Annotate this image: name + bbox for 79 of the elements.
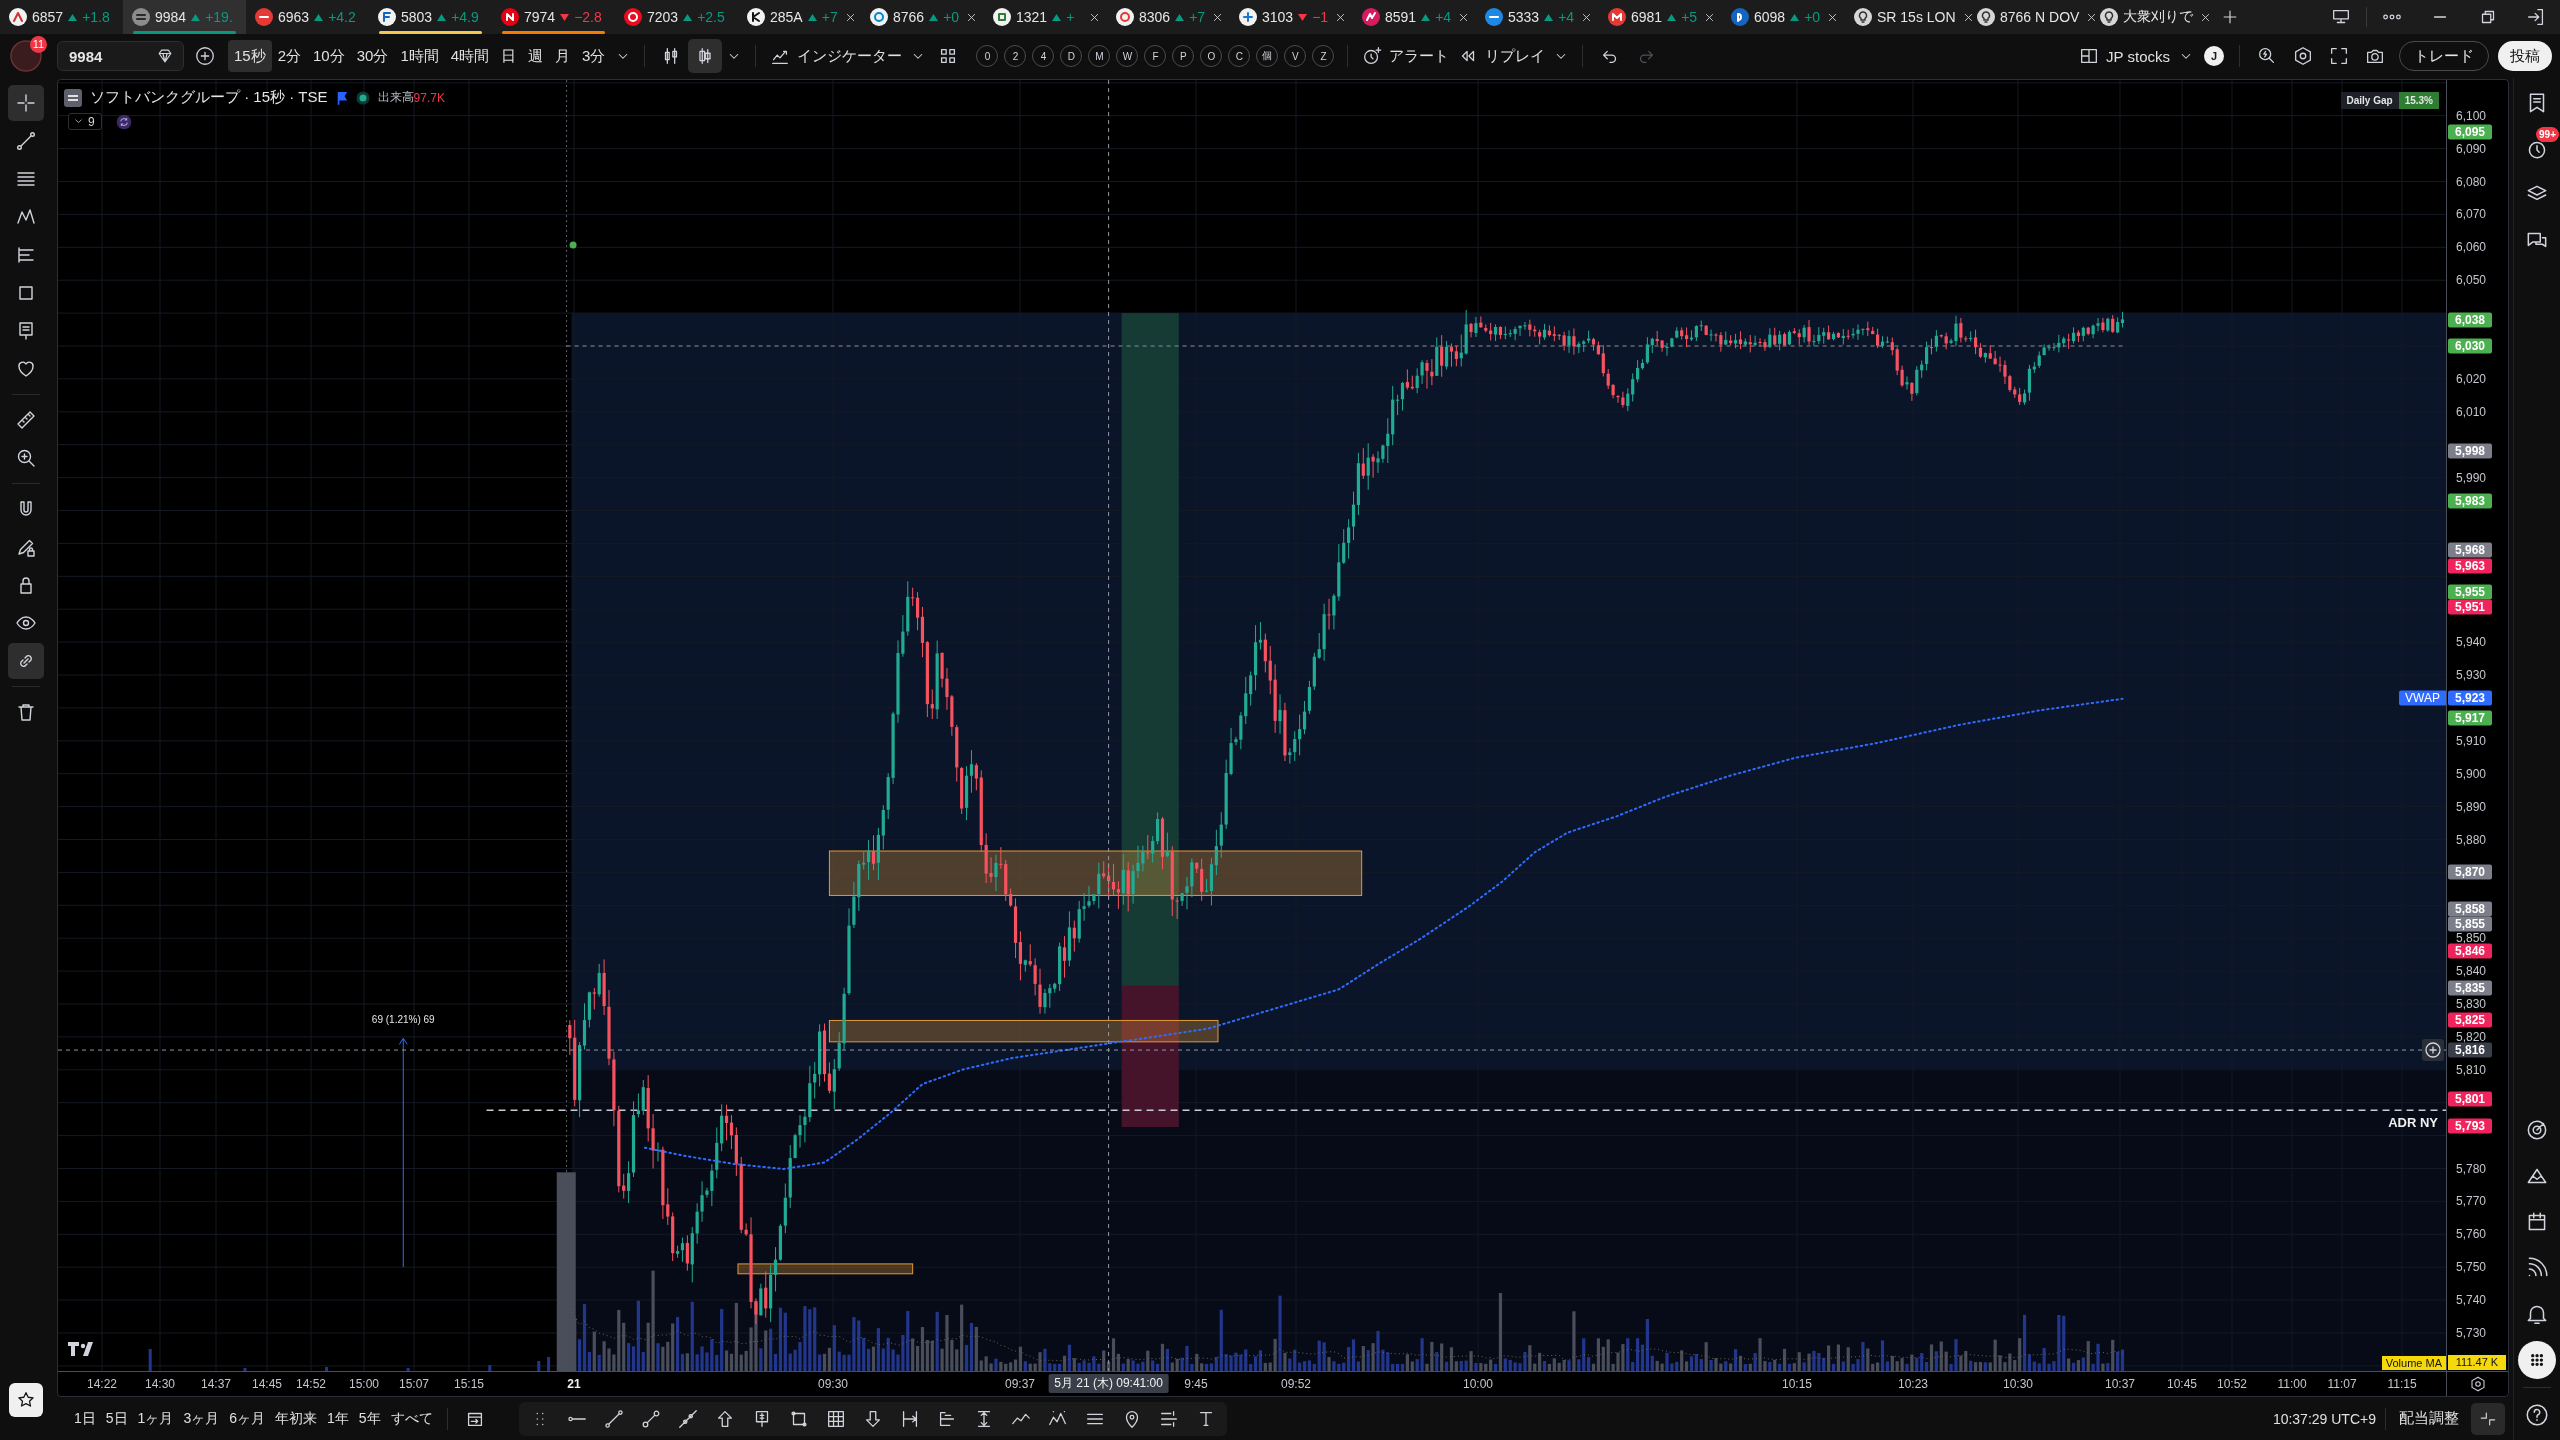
price-label: 5,825: [2448, 1012, 2492, 1028]
price-label: 6,030: [2448, 338, 2492, 354]
time-tick-label: 14:30: [145, 1378, 175, 1390]
price-label: 5,951: [2448, 599, 2492, 615]
price-tick-label: 6,090: [2456, 142, 2487, 155]
time-tick-label: 14:37: [201, 1378, 231, 1390]
price-label: 5,998: [2448, 443, 2492, 459]
price-tick-label: 5,990: [2456, 471, 2487, 484]
time-tick-label: 14:52: [296, 1378, 326, 1390]
price-label: 6,095: [2448, 124, 2492, 140]
time-tick-label: 10:30: [2003, 1378, 2033, 1390]
price-label: 5,963: [2448, 558, 2492, 574]
time-tick-label: 15:15: [454, 1378, 484, 1390]
price-tick-label: 5,880: [2456, 833, 2487, 846]
time-tick-label: 10:45: [2167, 1378, 2197, 1390]
price-tick-label: 6,020: [2456, 372, 2487, 385]
alerts-count: 99+: [2536, 127, 2559, 142]
time-tick-label: 10:00: [1463, 1378, 1493, 1390]
price-tick-label: 5,910: [2456, 734, 2487, 747]
price-tick-label: 5,740: [2456, 1294, 2487, 1307]
price-tick-label: 5,820: [2456, 1030, 2487, 1043]
time-tick-label: 15:00: [349, 1378, 379, 1390]
price-label: 5,983: [2448, 493, 2492, 509]
price-label: 5,793: [2448, 1118, 2492, 1134]
time-tick-label: 9:45: [1184, 1378, 1208, 1390]
time-tick-label: 09:52: [1281, 1378, 1311, 1390]
time-tick-label: 10:37: [2105, 1378, 2135, 1390]
price-tick-label: 5,840: [2456, 965, 2487, 978]
price-label: 5,835: [2448, 980, 2492, 996]
vwap-price-label: 5,923: [2448, 690, 2492, 706]
price-tick-label: 5,730: [2456, 1327, 2487, 1339]
price-tick-label: 5,810: [2456, 1063, 2487, 1076]
price-label: 5,846: [2448, 943, 2492, 959]
price-tick-label: 5,940: [2456, 636, 2487, 649]
volume-ma-value: 111.47 K: [2448, 1355, 2506, 1370]
volume-label: 出来高: [377, 89, 414, 106]
price-tick-label: 5,760: [2456, 1228, 2487, 1241]
time-tick-label: 14:45: [252, 1378, 282, 1390]
clock-text: 10:37:29 UTC+9: [2272, 1410, 2376, 1427]
price-tick-label: 5,830: [2456, 998, 2487, 1010]
price-label: 5,955: [2448, 584, 2492, 600]
price-tick-label: 5,890: [2456, 800, 2487, 813]
time-tick-label: 14:22: [87, 1378, 117, 1390]
price-label: 5,801: [2448, 1091, 2492, 1107]
price-tick-label: 5,850: [2456, 932, 2487, 945]
daily-gap-label: Daily Gap: [2340, 92, 2399, 109]
price-tick-label: 5,900: [2456, 767, 2487, 780]
crosshair-price-label: 5,816: [2448, 1042, 2492, 1058]
time-tick-label: 10:15: [1782, 1378, 1812, 1390]
price-label: 5,858: [2448, 901, 2492, 917]
time-tick-label: 09:30: [818, 1378, 848, 1390]
daily-gap-value: 15.3%: [2398, 92, 2439, 109]
price-label: 6,038: [2448, 312, 2492, 328]
price-tick-label: 5,780: [2456, 1162, 2487, 1175]
time-tick-label: 15:07: [399, 1378, 429, 1390]
price-tick-label: 6,080: [2456, 175, 2487, 188]
time-tick-label: 11:00: [2277, 1378, 2307, 1390]
price-tick-label: 6,100: [2456, 109, 2487, 122]
notification-count: 11: [30, 36, 47, 53]
price-tick-label: 5,770: [2456, 1195, 2487, 1208]
time-tick-label: 11:07: [2327, 1378, 2357, 1390]
price-tick-label: 6,060: [2456, 241, 2487, 254]
price-tick-label: 6,010: [2456, 405, 2487, 418]
crosshair-time-label: 5月 21 (木) 09:41:00: [1048, 1374, 1169, 1393]
price-label: 5,968: [2448, 542, 2492, 558]
volume-value: 97.7K: [413, 90, 445, 105]
time-tick-label: 10:23: [1898, 1378, 1928, 1390]
time-tick-label: 09:37: [1005, 1378, 1035, 1390]
time-tick-label: 11:15: [2387, 1378, 2417, 1390]
time-tick-label: 10:52: [2217, 1378, 2247, 1390]
price-tick-label: 6,070: [2456, 208, 2487, 221]
measure-label: 69 (1.21%) 69: [371, 1013, 435, 1025]
price-label: 5,917: [2448, 710, 2492, 726]
price-tick-label: 5,930: [2456, 669, 2487, 681]
time-tick-label: 21: [567, 1378, 581, 1390]
price-tick-label: 5,750: [2456, 1261, 2487, 1274]
price-label: 5,855: [2448, 916, 2492, 932]
price-label: 5,870: [2448, 864, 2492, 880]
price-tick-label: 6,050: [2456, 274, 2487, 287]
